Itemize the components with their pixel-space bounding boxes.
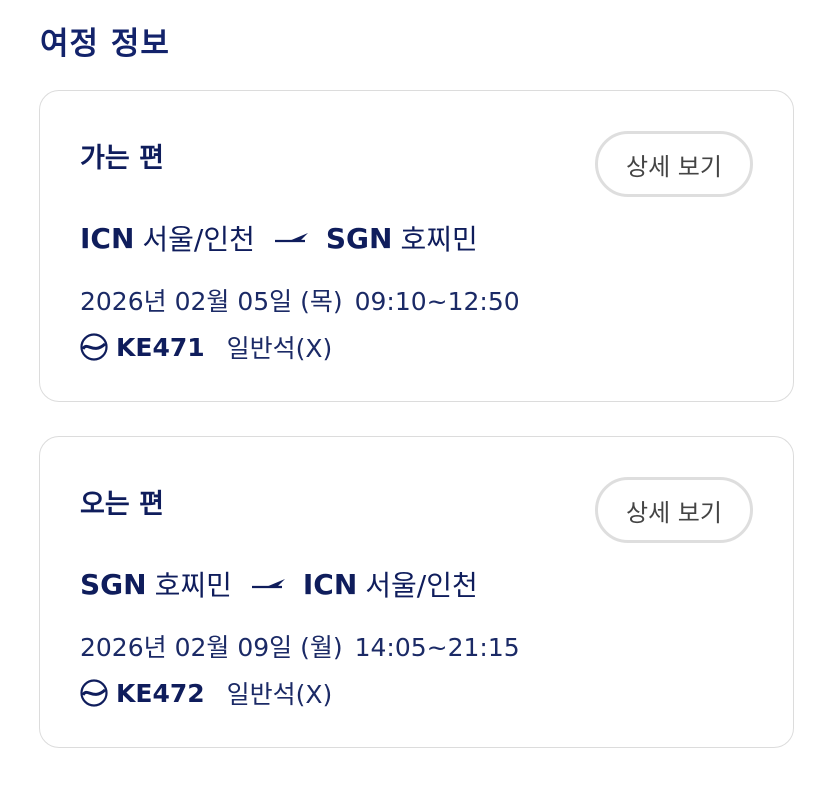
cabin-class: 일반석(X)	[226, 680, 333, 709]
departure-city: 서울/인천	[142, 223, 255, 256]
flight-schedule: 2026년 02월 09일 (월) 14:05~21:15	[80, 628, 520, 664]
plane-arrow-icon	[274, 231, 309, 245]
departure-city: 호찌민	[154, 569, 232, 602]
arrival-airport-code: ICN	[302, 567, 358, 601]
flight-date: 2026년 02월 05일 (목)	[80, 287, 343, 316]
departure-airport-code: SGN	[80, 567, 147, 601]
view-details-button[interactable]: 상세 보기	[595, 131, 753, 197]
korean-air-logo-icon	[80, 333, 108, 361]
flight-number: KE472	[116, 678, 205, 708]
page-title: 여정 정보	[40, 26, 170, 62]
flight-info: KE471 일반석(X)	[80, 329, 332, 365]
flight-time: 09:10~12:50	[354, 287, 520, 316]
arrival-airport-code: SGN	[325, 221, 393, 255]
itinerary-card-outbound: 가는 편 상세 보기 ICN 서울/인천 SGN 호찌민 2026년 02월 0…	[39, 90, 794, 402]
korean-air-logo-icon	[80, 679, 108, 707]
segment-title: 가는 편	[80, 143, 164, 174]
flight-info: KE472 일반석(X)	[80, 675, 332, 711]
route: ICN 서울/인천 SGN 호찌민	[80, 218, 478, 258]
plane-arrow-icon	[251, 577, 286, 591]
flight-schedule: 2026년 02월 05일 (목) 09:10~12:50	[80, 282, 520, 318]
arrival-city: 서울/인천	[365, 569, 478, 602]
departure-airport-code: ICN	[80, 221, 135, 255]
flight-date: 2026년 02월 09일 (월)	[80, 633, 343, 662]
itinerary-card-inbound: 오는 편 상세 보기 SGN 호찌민 ICN 서울/인천 2026년 02월 0…	[39, 436, 794, 748]
view-details-button[interactable]: 상세 보기	[595, 477, 753, 543]
flight-time: 14:05~21:15	[354, 633, 520, 662]
arrival-city: 호찌민	[400, 223, 478, 256]
cabin-class: 일반석(X)	[226, 334, 333, 363]
segment-title: 오는 편	[80, 489, 164, 520]
route: SGN 호찌민 ICN 서울/인천	[80, 564, 478, 604]
flight-number: KE471	[116, 332, 205, 362]
